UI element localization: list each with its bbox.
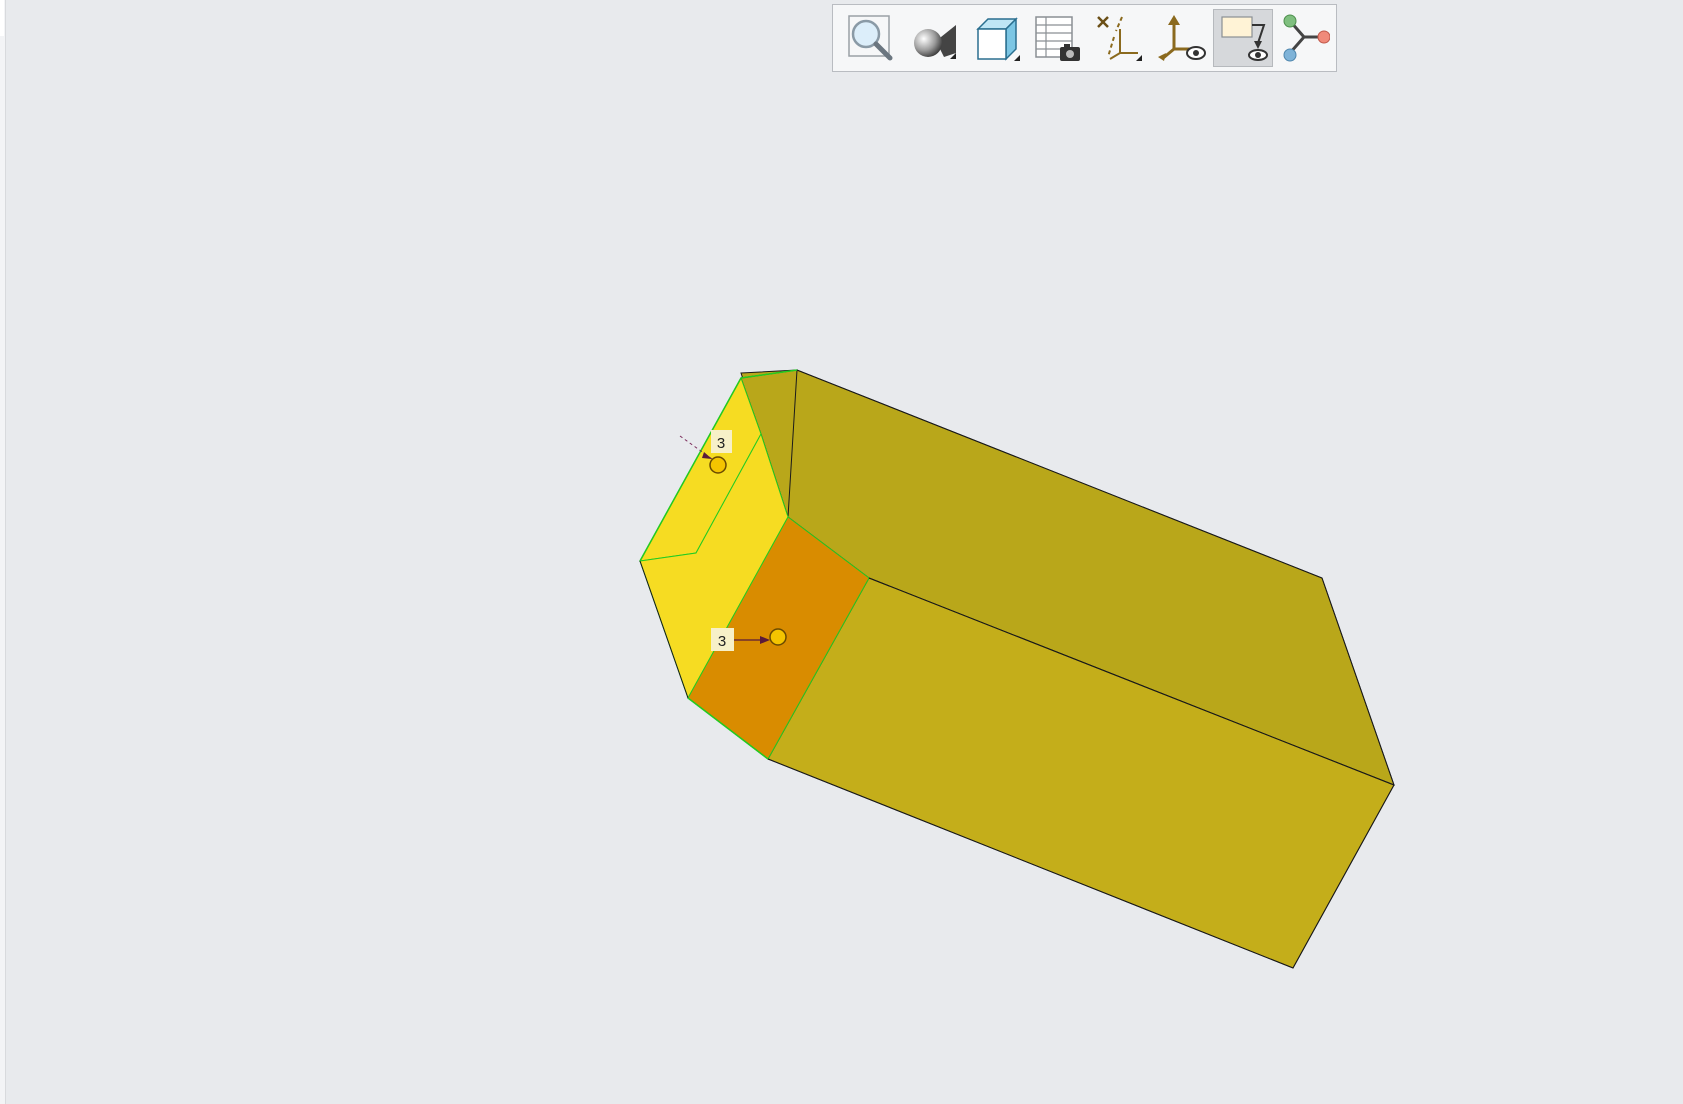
callout-target-circle [709,456,727,474]
graphics-viewport[interactable]: 3 3 [0,0,1683,1104]
callout-label: 3 [717,435,725,452]
callout-label: 3 [718,633,726,650]
callout-target-circle [769,628,787,646]
